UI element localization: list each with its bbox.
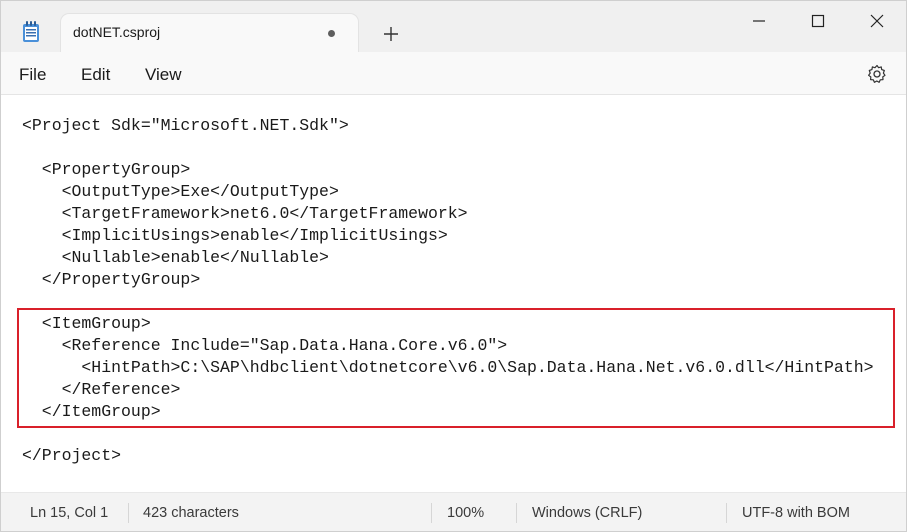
code-line[interactable]: </PropertyGroup> — [22, 269, 874, 291]
code-line[interactable]: </Project> — [22, 445, 874, 467]
maximize-icon — [811, 14, 825, 28]
tab-dotnet-csproj[interactable]: dotNET.csproj — [61, 14, 358, 52]
new-tab-button[interactable] — [380, 23, 402, 45]
minimize-button[interactable] — [739, 9, 779, 33]
code-line[interactable]: <OutputType>Exe</OutputType> — [22, 181, 874, 203]
menu-view[interactable]: View — [145, 65, 182, 85]
maximize-button[interactable] — [798, 9, 838, 33]
code-line[interactable]: <PropertyGroup> — [22, 159, 874, 181]
unsaved-changes-dot-icon[interactable] — [328, 30, 335, 37]
line-ending[interactable]: Windows (CRLF) — [532, 505, 642, 521]
code-line[interactable]: <ImplicitUsings>enable</ImplicitUsings> — [22, 225, 874, 247]
minimize-icon — [753, 20, 765, 22]
cursor-position: Ln 15, Col 1 — [30, 505, 109, 521]
close-button[interactable] — [857, 9, 897, 33]
character-count: 423 characters — [143, 505, 239, 521]
menu-bar: File Edit View — [1, 52, 906, 95]
notepad-window: dotNET.csproj File Edit View <Project Sd… — [0, 0, 907, 532]
tab-title: dotNET.csproj — [73, 24, 161, 40]
zoom-level[interactable]: 100% — [447, 505, 484, 521]
menu-edit[interactable]: Edit — [81, 65, 110, 85]
status-divider — [726, 503, 727, 523]
encoding[interactable]: UTF-8 with BOM — [742, 505, 850, 521]
code-line[interactable]: <Project Sdk="Microsoft.NET.Sdk"> — [22, 115, 874, 137]
code-line[interactable]: <TargetFramework>net6.0</TargetFramework… — [22, 203, 874, 225]
settings-gear-icon[interactable] — [867, 64, 887, 84]
title-bar: dotNET.csproj — [1, 1, 906, 52]
menu-file[interactable]: File — [19, 65, 46, 85]
status-divider — [128, 503, 129, 523]
status-bar: Ln 15, Col 1 423 characters 100% Windows… — [1, 492, 906, 531]
status-divider — [431, 503, 432, 523]
status-divider — [516, 503, 517, 523]
plus-icon — [384, 27, 398, 41]
code-line[interactable] — [22, 137, 874, 159]
close-icon — [870, 14, 884, 28]
highlight-box — [17, 308, 895, 428]
text-editor[interactable]: <Project Sdk="Microsoft.NET.Sdk"> <Prope… — [1, 95, 906, 492]
notepad-app-icon — [23, 21, 39, 42]
code-line[interactable]: <Nullable>enable</Nullable> — [22, 247, 874, 269]
